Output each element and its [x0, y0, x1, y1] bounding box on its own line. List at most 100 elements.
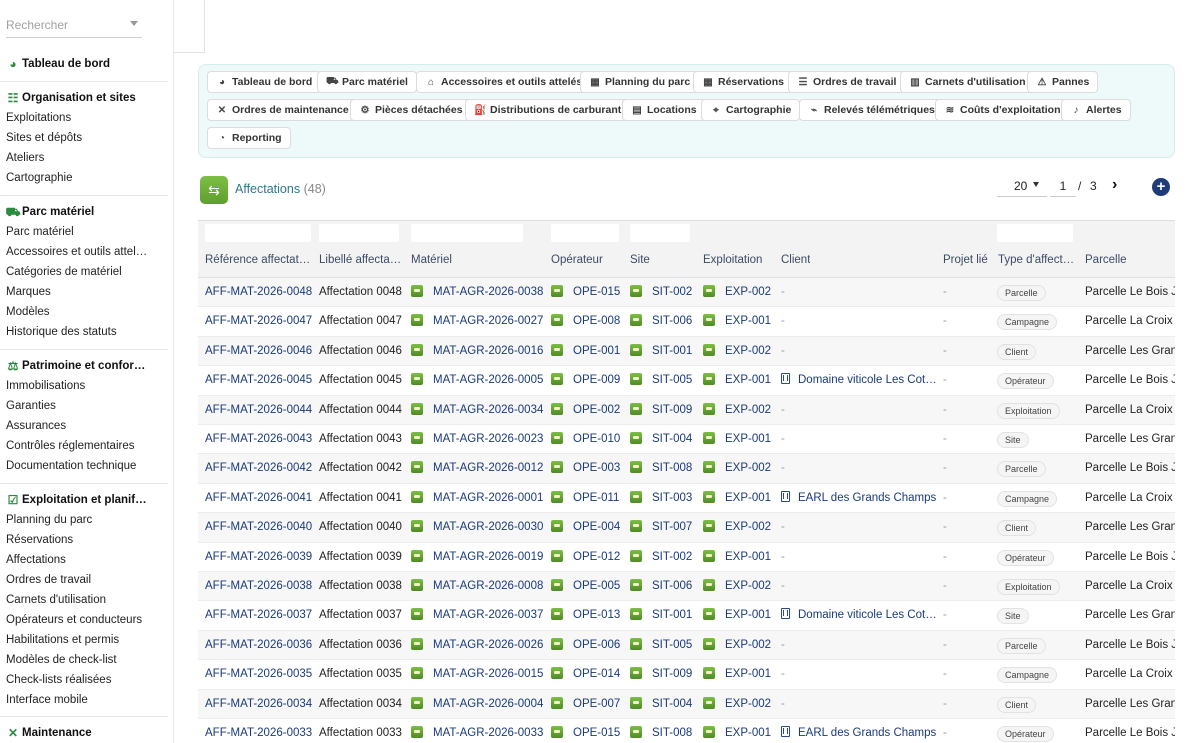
sidebar-item-affectations[interactable]: Affectations [0, 550, 170, 570]
shortcut-alertes[interactable]: ♪ Alertes [1061, 99, 1131, 121]
table-row[interactable]: AFF-MAT-2026-0034 Affectation 0034 MAT-AGR… [198, 689, 1175, 719]
sidebar-item-ordres[interactable]: Ordres de travail [0, 570, 170, 590]
cell-ref[interactable]: AFF-MAT-2026-0044 [205, 396, 315, 425]
sidebar-item-checklists[interactable]: Check-lists réalisées [0, 670, 170, 690]
sidebar-item-exploitations[interactable]: Exploitations [0, 108, 170, 128]
cell-exploitation[interactable]: EXP-002 [703, 337, 779, 366]
sidebar-item-marques[interactable]: Marques [0, 282, 170, 302]
cell-exploitation[interactable]: EXP-001 [703, 484, 779, 513]
sidebar-item-accessoires[interactable]: Accessoires et outils attel… [0, 242, 170, 262]
cell-ref[interactable]: AFF-MAT-2026-0036 [205, 631, 315, 660]
section-title[interactable]: Maintenance [22, 727, 92, 739]
table-row[interactable]: AFF-MAT-2026-0045 Affectation 0045 MAT-AGR… [198, 366, 1175, 396]
table-row[interactable]: AFF-MAT-2026-0035 Affectation 0035 MAT-AGR… [198, 660, 1175, 690]
sidebar-item-categories[interactable]: Catégories de matériel [0, 262, 170, 282]
cell-materiel[interactable]: MAT-AGR-2026-0023 [411, 425, 549, 454]
cell-site[interactable]: SIT-006 [630, 572, 700, 601]
cell-site[interactable]: SIT-001 [630, 601, 700, 630]
cell-site[interactable]: SIT-006 [630, 307, 700, 336]
cell-materiel[interactable]: MAT-AGR-2026-0033 [411, 719, 549, 743]
sidebar-item-modeles[interactable]: Modèles [0, 302, 170, 322]
cell-exploitation[interactable]: EXP-001 [703, 543, 779, 572]
cell-exploitation[interactable]: EXP-001 [703, 366, 779, 395]
cell-site[interactable]: SIT-002 [630, 543, 700, 572]
cell-site[interactable]: SIT-009 [630, 660, 700, 689]
section-title[interactable]: Parc matériel [22, 206, 94, 218]
filter-materiel[interactable] [411, 224, 523, 242]
cell-operateur[interactable]: OPE-014 [551, 660, 627, 689]
sidebar-item-mobile[interactable]: Interface mobile [0, 690, 170, 710]
sidebar-item-carnets[interactable]: Carnets d'utilisation [0, 590, 170, 610]
cell-materiel[interactable]: MAT-AGR-2026-0026 [411, 631, 549, 660]
cell-materiel[interactable]: MAT-AGR-2026-0019 [411, 543, 549, 572]
sidebar-item-sites[interactable]: Sites et dépôts [0, 128, 170, 148]
table-row[interactable]: AFF-MAT-2026-0042 Affectation 0042 MAT-AGR… [198, 454, 1175, 484]
cell-exploitation[interactable]: EXP-001 [703, 307, 779, 336]
table-row[interactable]: AFF-MAT-2026-0033 Affectation 0033 MAT-AGR… [198, 719, 1175, 743]
cell-materiel[interactable]: MAT-AGR-2026-0008 [411, 572, 549, 601]
cell-operateur[interactable]: OPE-015 [551, 719, 627, 743]
cell-ref[interactable]: AFF-MAT-2026-0035 [205, 660, 315, 689]
cell-exploitation[interactable]: EXP-002 [703, 278, 779, 307]
shortcut-dashboard[interactable]: ◕ Tableau de bord [207, 71, 322, 93]
search-input[interactable] [6, 14, 124, 36]
cell-operateur[interactable]: OPE-004 [551, 513, 627, 542]
cell-operateur[interactable]: OPE-003 [551, 454, 627, 483]
sidebar-item-controles[interactable]: Contrôles réglementaires [0, 436, 170, 456]
cell-exploitation[interactable]: EXP-002 [703, 396, 779, 425]
cell-site[interactable]: SIT-008 [630, 719, 700, 743]
cell-operateur[interactable]: OPE-008 [551, 307, 627, 336]
table-row[interactable]: AFF-MAT-2026-0036 Affectation 0036 MAT-AGR… [198, 630, 1175, 661]
cell-materiel[interactable]: MAT-AGR-2026-0001 [411, 484, 549, 513]
cell-ref[interactable]: AFF-MAT-2026-0047 [205, 307, 315, 336]
cell-client[interactable]: Domaine viticole Les Cot… [781, 601, 936, 630]
cell-operateur[interactable]: OPE-005 [551, 572, 627, 601]
shortcut-pannes[interactable]: ⚠ Pannes [1027, 71, 1099, 93]
cell-operateur[interactable]: OPE-012 [551, 543, 627, 572]
shortcut-locations[interactable]: ▤ Locations [622, 99, 706, 121]
filter-operateur[interactable] [551, 224, 619, 242]
shortcut-carnets[interactable]: ▥ Carnets d'utilisation [900, 71, 1035, 93]
next-page-button[interactable]: › [1112, 176, 1117, 194]
cell-exploitation[interactable]: EXP-002 [703, 513, 779, 542]
col-site[interactable]: Site [630, 254, 650, 266]
cell-operateur[interactable]: OPE-010 [551, 425, 627, 454]
section-title[interactable]: Organisation et sites [22, 92, 136, 104]
table-row[interactable]: AFF-MAT-2026-0038 Affectation 0038 MAT-AGR… [198, 572, 1175, 602]
nav-dashboard[interactable]: ◕ Tableau de bord [0, 54, 173, 74]
cell-ref[interactable]: AFF-MAT-2026-0037 [205, 601, 315, 630]
col-operateur[interactable]: Opérateur [551, 254, 603, 266]
col-exploitation[interactable]: Exploitation [703, 254, 762, 266]
shortcut-couts[interactable]: ≋ Coûts d'exploitation [935, 99, 1070, 121]
cell-site[interactable]: SIT-002 [630, 278, 700, 307]
cell-site[interactable]: SIT-009 [630, 396, 700, 425]
table-row[interactable]: AFF-MAT-2026-0039 Affectation 0039 MAT-AGR… [198, 543, 1175, 572]
cell-materiel[interactable]: MAT-AGR-2026-0016 [411, 337, 549, 366]
filter-label[interactable] [319, 224, 399, 242]
col-client[interactable]: Client [781, 254, 810, 266]
cell-ref[interactable]: AFF-MAT-2026-0045 [205, 366, 315, 395]
cell-site[interactable]: SIT-008 [630, 454, 700, 483]
sidebar-item-documentation[interactable]: Documentation technique [0, 456, 170, 476]
cell-exploitation[interactable]: EXP-001 [703, 425, 779, 454]
shortcut-maintenance[interactable]: ✕ Ordres de maintenance [207, 99, 358, 121]
cell-materiel[interactable]: MAT-AGR-2026-0034 [411, 396, 549, 425]
cell-ref[interactable]: AFF-MAT-2026-0038 [205, 572, 315, 601]
cell-client[interactable]: EARL des Grands Champs [781, 484, 936, 513]
cell-materiel[interactable]: MAT-AGR-2026-0012 [411, 454, 549, 483]
cell-ref[interactable]: AFF-MAT-2026-0039 [205, 543, 315, 572]
filter-type[interactable] [997, 224, 1073, 242]
sidebar-item-parc[interactable]: Parc matériel [0, 222, 170, 242]
table-row[interactable]: AFF-MAT-2026-0047 Affectation 0047 MAT-AGR… [198, 307, 1175, 337]
col-type[interactable]: Type d'affect… [998, 254, 1078, 266]
col-materiel[interactable]: Matériel [411, 254, 452, 266]
cell-exploitation[interactable]: EXP-002 [703, 572, 779, 601]
sidebar-item-garanties[interactable]: Garanties [0, 396, 170, 416]
cell-operateur[interactable]: OPE-013 [551, 601, 627, 630]
shortcut-accessoires[interactable]: ⌂ Accessoires et outils attelés [416, 71, 592, 93]
sidebar-item-modeles-checklist[interactable]: Modèles de check-list [0, 650, 170, 670]
col-ref[interactable]: Référence affectat… [205, 254, 313, 266]
shortcut-reporting[interactable]: ◔ Reporting [207, 127, 291, 149]
sidebar-item-ateliers[interactable]: Ateliers [0, 148, 170, 168]
cell-site[interactable]: SIT-003 [630, 484, 700, 513]
